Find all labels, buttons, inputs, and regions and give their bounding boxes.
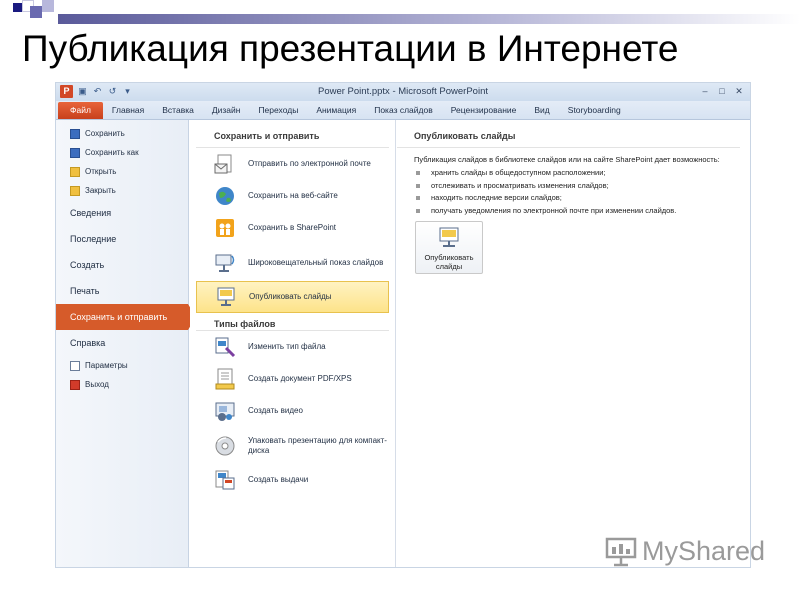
- benefits-list: хранить слайды в общедоступном расположе…: [397, 164, 750, 217]
- pane-heading: Опубликовать слайды: [397, 120, 740, 148]
- sidebar-item-label: Закрыть: [85, 186, 116, 195]
- sidebar-item-close[interactable]: Закрыть: [56, 181, 188, 200]
- tab-home[interactable]: Главная: [103, 102, 153, 119]
- option-label: Широковещательный показ слайдов: [248, 257, 384, 267]
- tab-view[interactable]: Вид: [525, 102, 558, 119]
- section-heading-file-types: Типы файлов: [196, 313, 389, 331]
- title-rule: [58, 14, 800, 24]
- globe-icon: [216, 187, 234, 205]
- publish-slides-button[interactable]: Опубликовать слайды: [415, 221, 483, 274]
- option-label: Сохранить на веб-сайте: [248, 191, 338, 200]
- sidebar-item-label: Параметры: [85, 361, 128, 370]
- ribbon-tabs: Файл Главная Вставка Дизайн Переходы Ани…: [56, 101, 750, 120]
- sidebar-item-options[interactable]: Параметры: [56, 356, 188, 375]
- option-save-sharepoint[interactable]: Сохранить в SharePoint: [196, 212, 389, 244]
- handouts-icon: [215, 470, 235, 490]
- sharepoint-icon: [216, 219, 234, 237]
- email-icon: [214, 154, 232, 174]
- sidebar-item-help[interactable]: Справка: [56, 330, 188, 356]
- minimize-icon[interactable]: –: [698, 85, 712, 97]
- sidebar-item-label: Открыть: [85, 167, 117, 176]
- option-create-video[interactable]: Создать видео: [196, 395, 389, 427]
- exit-icon: [70, 379, 80, 390]
- sidebar-item-label: Сохранить как: [85, 148, 139, 157]
- decor-square-3: [30, 6, 42, 18]
- tab-storyboarding[interactable]: Storyboarding: [559, 102, 630, 119]
- list-item: находить последние версии слайдов;: [414, 192, 750, 205]
- option-publish-slides[interactable]: Опубликовать слайды: [196, 281, 389, 313]
- maximize-icon[interactable]: □: [715, 85, 729, 97]
- watermark-text: MyShared: [642, 535, 766, 566]
- publish-slides-icon: [217, 287, 235, 306]
- tab-insert[interactable]: Вставка: [153, 102, 203, 119]
- sidebar-item-save-as[interactable]: Сохранить как: [56, 143, 188, 162]
- sidebar-item-recent[interactable]: Последние: [56, 226, 188, 252]
- option-create-handouts[interactable]: Создать выдачи: [196, 464, 389, 496]
- save-as-icon: [70, 147, 80, 158]
- list-item: хранить слайды в общедоступном расположе…: [414, 167, 750, 180]
- option-change-file-type[interactable]: Изменить тип файла: [196, 331, 389, 363]
- myshared-watermark: MyShared: [604, 535, 765, 567]
- option-save-web[interactable]: Сохранить на веб-сайте: [196, 180, 389, 212]
- option-label: Создать документ PDF/XPS: [248, 374, 352, 383]
- tab-transitions[interactable]: Переходы: [249, 102, 307, 119]
- change-file-type-icon: [215, 337, 236, 358]
- option-create-pdf[interactable]: Создать документ PDF/XPS: [196, 363, 389, 395]
- pdf-document-icon: [215, 368, 235, 390]
- option-label: Упаковать презентацию для компакт-диска: [248, 435, 387, 455]
- option-package-cd[interactable]: Упаковать презентацию для компакт-диска: [196, 427, 389, 464]
- tab-slideshow[interactable]: Показ слайдов: [365, 102, 442, 119]
- sidebar-item-new[interactable]: Создать: [56, 252, 188, 278]
- publish-slides-button-label: Опубликовать слайды: [424, 253, 474, 271]
- sidebar-item-save[interactable]: Сохранить: [56, 124, 188, 143]
- tab-review[interactable]: Рецензирование: [442, 102, 526, 119]
- option-label: Создать выдачи: [248, 475, 309, 484]
- section-heading-save-send: Сохранить и отправить: [196, 120, 389, 148]
- broadcast-icon: [215, 254, 235, 272]
- save-send-options: Сохранить и отправить Отправить по элект…: [190, 120, 396, 567]
- close-icon[interactable]: ✕: [732, 85, 746, 97]
- cd-icon: [215, 436, 235, 455]
- decor-square-4: [42, 0, 54, 12]
- list-item: отслеживать и просматривать изменения сл…: [414, 180, 750, 193]
- sidebar-item-info[interactable]: Сведения: [56, 200, 188, 226]
- window-title: Power Point.pptx - Microsoft PowerPoint: [317, 86, 488, 97]
- presentation-board-icon: [605, 537, 637, 567]
- sidebar-item-label: Выход: [85, 380, 109, 389]
- folder-icon: [70, 166, 80, 177]
- title-bar: P ▣ ↶ ↺ ▾ Power Point.pptx - Microsoft P…: [56, 83, 750, 101]
- tab-design[interactable]: Дизайн: [203, 102, 250, 119]
- option-label: Изменить тип файла: [248, 342, 326, 351]
- backstage-sidebar: Сохранить Сохранить как Открыть Закрыть …: [56, 120, 196, 567]
- sidebar-item-save-send[interactable]: Сохранить и отправить: [56, 304, 196, 330]
- slide-title: Публикация презентации в Интернете: [22, 28, 679, 69]
- option-label: Сохранить в SharePoint: [248, 223, 337, 232]
- sidebar-item-open[interactable]: Открыть: [56, 162, 188, 181]
- video-icon: [215, 402, 235, 421]
- publish-slides-icon: [439, 227, 459, 247]
- save-icon: [70, 128, 80, 139]
- sidebar-item-exit[interactable]: Выход: [56, 375, 188, 394]
- options-icon: [70, 360, 80, 371]
- decor-square-1: [13, 3, 22, 12]
- powerpoint-window: P ▣ ↶ ↺ ▾ Power Point.pptx - Microsoft P…: [55, 82, 751, 568]
- option-broadcast[interactable]: Широковещательный показ слайдов: [196, 244, 389, 281]
- sidebar-item-label: Сохранить: [85, 129, 125, 138]
- tab-animations[interactable]: Анимация: [307, 102, 365, 119]
- sidebar-item-print[interactable]: Печать: [56, 278, 188, 304]
- option-label: Опубликовать слайды: [249, 292, 332, 301]
- publish-slides-pane: Опубликовать слайды Публикация слайдов в…: [397, 120, 750, 567]
- list-item: получать уведомления по электронной почт…: [414, 205, 750, 218]
- close-folder-icon: [70, 185, 80, 196]
- option-send-email[interactable]: Отправить по электронной почте: [196, 148, 389, 180]
- window-controls: – □ ✕: [698, 85, 746, 97]
- tab-file[interactable]: Файл: [58, 102, 103, 119]
- option-label: Отправить по электронной почте: [248, 159, 371, 168]
- option-label: Создать видео: [248, 406, 303, 415]
- pane-description: Публикация слайдов в библиотеке слайдов …: [414, 155, 720, 164]
